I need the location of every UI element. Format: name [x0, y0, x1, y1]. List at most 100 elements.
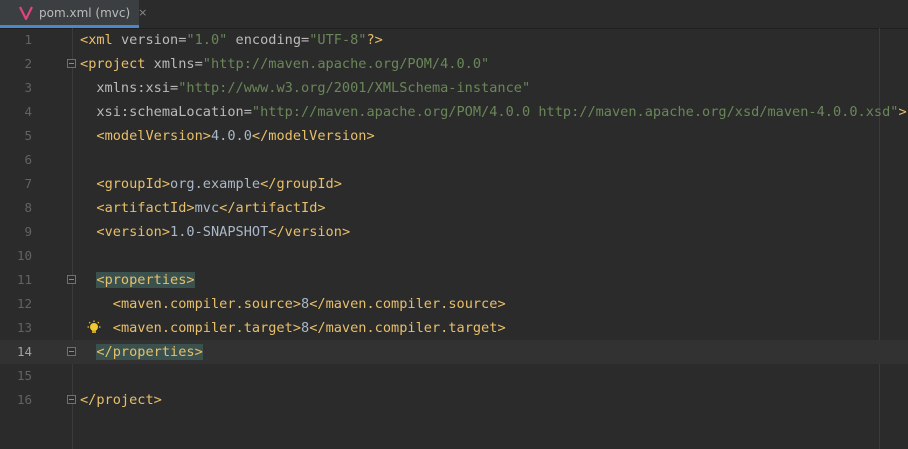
- close-icon[interactable]: ×: [138, 6, 147, 19]
- line-number: 5: [24, 128, 32, 143]
- tag-bracket: >: [161, 224, 171, 240]
- tag-bracket: </: [309, 320, 326, 336]
- code-line-7[interactable]: 7 <groupId>org.example</groupId>: [0, 172, 908, 196]
- tag-bracket: >: [333, 176, 342, 192]
- code-text: <groupId>org.example</groupId>: [80, 172, 342, 196]
- fold-marker-icon[interactable]: [67, 275, 76, 284]
- tag-name: artifactId: [235, 200, 318, 216]
- tag-name: groupId: [276, 176, 334, 192]
- element-text: 1.0-SNAPSHOT: [170, 224, 269, 240]
- line-number: 4: [24, 104, 32, 119]
- attribute-value: "UTF-8": [309, 32, 367, 48]
- line-number: 7: [24, 176, 32, 191]
- code-text: </project>: [80, 388, 162, 412]
- xml-tag: </project>: [80, 392, 162, 408]
- xml-tag: </version>: [268, 224, 350, 240]
- tag-bracket: </: [96, 344, 113, 360]
- tag-bracket: >: [194, 344, 203, 360]
- code-line-15[interactable]: 15: [0, 364, 908, 388]
- attribute-name: encoding: [235, 32, 302, 48]
- line-number: 11: [16, 272, 32, 287]
- code-text: <maven.compiler.target>8</maven.compiler…: [80, 316, 506, 340]
- code-line-9[interactable]: 9 <version>1.0-SNAPSHOT</version>: [0, 220, 908, 244]
- element-text: org.example: [170, 176, 261, 192]
- attribute-value: "1.0": [186, 32, 228, 48]
- tag-bracket: <: [96, 176, 105, 192]
- fold-marker-icon[interactable]: [67, 59, 76, 68]
- xml-tag: <properties>: [96, 272, 195, 288]
- line-number: 2: [24, 56, 32, 71]
- xml-tag: </properties>: [96, 344, 203, 360]
- code-line-13[interactable]: 13 <maven.compiler.target>8</maven.compi…: [0, 316, 908, 340]
- line-number: 3: [24, 80, 32, 95]
- line-number: 1: [24, 32, 32, 47]
- xml-tag: <project xmlns="http://maven.apache.org/…: [80, 56, 489, 72]
- code-line-3[interactable]: 3 xmlns:xsi="http://www.w3.org/2001/XMLS…: [0, 76, 908, 100]
- tag-bracket: >: [497, 296, 506, 312]
- tag-bracket: <: [96, 128, 105, 144]
- element-text: 8: [301, 296, 310, 312]
- xml-tag: </maven.compiler.target>: [309, 320, 505, 336]
- code-line-10[interactable]: 10: [0, 244, 908, 268]
- attribute-value: "http://maven.apache.org/POM/4.0.0 http:…: [251, 104, 899, 120]
- xml-tag: <xml version="1.0" encoding="UTF-8"?>: [80, 32, 383, 48]
- code-line-16[interactable]: 16 </project>: [0, 388, 908, 412]
- code-text: <modelVersion>4.0.0</modelVersion>: [80, 124, 375, 148]
- tag-bracket: >: [186, 272, 195, 288]
- code-line-4[interactable]: 4 xsi:schemaLocation="http://maven.apach…: [0, 100, 908, 124]
- tag-name: maven.compiler.source: [325, 296, 498, 312]
- tab-label: pom.xml (mvc): [39, 5, 131, 20]
- tag-bracket: >: [317, 200, 326, 216]
- tab-pom-xml[interactable]: pom.xml (mvc) ×: [0, 0, 147, 28]
- tag-bracket: <: [112, 296, 121, 312]
- fold-marker-icon[interactable]: [67, 395, 76, 404]
- tag-bracket: <: [80, 32, 89, 48]
- code-line-11[interactable]: 11 <properties>: [0, 268, 908, 292]
- code-line-12[interactable]: 12 <maven.compiler.source>8</maven.compi…: [0, 292, 908, 316]
- xml-tag: <maven.compiler.source>: [113, 296, 301, 312]
- code-text: xmlns:xsi="http://www.w3.org/2001/XMLSch…: [80, 76, 530, 100]
- code-token: =: [194, 56, 203, 72]
- fold-marker-icon[interactable]: [67, 347, 76, 356]
- code-token: =: [170, 80, 179, 96]
- vue-file-icon: [19, 6, 33, 20]
- code-line-2[interactable]: 2 <project xmlns="http://maven.apache.org…: [0, 52, 908, 76]
- tag-name: maven.compiler.target: [120, 320, 293, 336]
- tag-bracket: ?>: [366, 32, 383, 48]
- tag-bracket: <: [80, 56, 89, 72]
- code-text: <properties>: [80, 268, 195, 292]
- xml-tag: </modelVersion>: [252, 128, 375, 144]
- line-number: 12: [16, 296, 32, 311]
- code-line-6[interactable]: 6: [0, 148, 908, 172]
- code-line-1[interactable]: 1 <xml version="1.0" encoding="UTF-8"?>: [0, 28, 908, 52]
- code-token: =: [301, 32, 310, 48]
- tag-name: properties: [104, 272, 187, 288]
- code-text: xsi:schemaLocation="http://maven.apache.…: [80, 100, 906, 124]
- tag-name: project: [96, 392, 154, 408]
- tag-bracket: >: [161, 176, 171, 192]
- tag-name: modelVersion: [104, 128, 203, 144]
- element-text: mvc: [194, 200, 220, 216]
- tag-bracket: </: [260, 176, 277, 192]
- code-text: <maven.compiler.source>8</maven.compiler…: [80, 292, 506, 316]
- code-editor[interactable]: 1 <xml version="1.0" encoding="UTF-8"?> 2 <…: [0, 28, 908, 449]
- code-line-14[interactable]: 14 </properties>: [0, 340, 908, 364]
- tag-name: groupId: [104, 176, 162, 192]
- tag-name: version: [104, 224, 162, 240]
- code-text: </properties>: [80, 340, 203, 364]
- attribute-name: xmlns: [153, 56, 195, 72]
- xml-tag: </maven.compiler.source>: [309, 296, 505, 312]
- xml-tag: <maven.compiler.target>: [113, 320, 301, 336]
- code-text: <xml version="1.0" encoding="UTF-8"?>: [80, 28, 383, 52]
- code-line-8[interactable]: 8 <artifactId>mvc</artifactId>: [0, 196, 908, 220]
- line-number: 10: [16, 248, 32, 263]
- tag-name: artifactId: [104, 200, 187, 216]
- code-line-5[interactable]: 5 <modelVersion>4.0.0</modelVersion>: [0, 124, 908, 148]
- line-number: 8: [24, 200, 32, 215]
- tag-bracket: </: [268, 224, 285, 240]
- tag-bracket: >: [341, 224, 351, 240]
- tag-bracket: >: [186, 200, 195, 216]
